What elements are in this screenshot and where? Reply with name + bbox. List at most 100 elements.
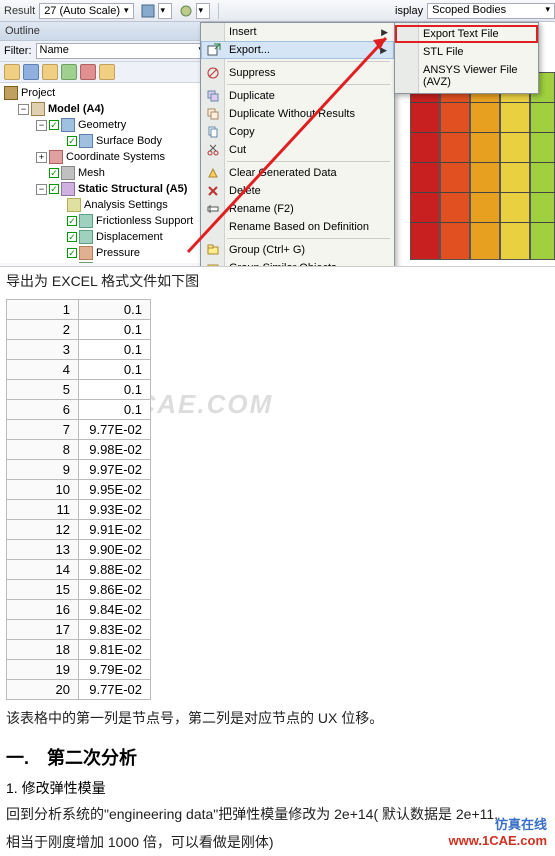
table-row: 89.98E-02: [7, 440, 151, 460]
table-row: 40.1: [7, 360, 151, 380]
tree-model[interactable]: −Model (A4): [0, 101, 211, 117]
tree-mesh[interactable]: ✓Mesh: [0, 165, 211, 181]
menu-delete[interactable]: Delete: [201, 182, 394, 200]
table-cell: 20: [7, 680, 79, 700]
menu-group[interactable]: Group (Ctrl+ G): [201, 241, 394, 259]
check-icon: ✓: [49, 184, 59, 194]
menu-label: Duplicate Without Results: [229, 108, 355, 120]
table-row: 50.1: [7, 380, 151, 400]
support-icon: [79, 214, 93, 228]
clear-icon: [205, 165, 221, 181]
tree-displacement[interactable]: ✓Displacement: [0, 229, 211, 245]
filter-dropdown[interactable]: Name ▾: [36, 43, 208, 59]
table-cell: 9.79E-02: [79, 660, 151, 680]
table-cell: 12: [7, 520, 79, 540]
filter-label: Filter:: [4, 45, 32, 57]
menu-label: Insert: [229, 26, 257, 38]
submenu-avz[interactable]: ANSYS Viewer File (AVZ): [395, 61, 538, 91]
ansys-screenshot: Result 27 (Auto Scale) ▾ ▾ ▾ Insert ispl…: [0, 0, 555, 267]
caption-export: 导出为 EXCEL 格式文件如下图: [0, 267, 555, 295]
menu-cut[interactable]: Cut: [201, 141, 394, 159]
tree-surface[interactable]: ✓Surface Body: [0, 133, 211, 149]
body-icon: [79, 134, 93, 148]
table-cell: 5: [7, 380, 79, 400]
table-cell: 13: [7, 540, 79, 560]
contour-icon[interactable]: [140, 3, 156, 19]
table-cell: 0.1: [79, 340, 151, 360]
menu-label: STL File: [423, 46, 464, 58]
contour-plot: [410, 72, 555, 260]
tree-solution[interactable]: −✓Solution (A6): [0, 261, 211, 263]
result-label: Result: [4, 5, 35, 17]
expander-icon[interactable]: +: [36, 152, 47, 163]
table-cell: 9.97E-02: [79, 460, 151, 480]
menu-group-similar[interactable]: Group Similar Objects: [201, 259, 394, 267]
table-cell: 9.98E-02: [79, 440, 151, 460]
table-row: 10.1: [7, 300, 151, 320]
copy-icon: [205, 124, 221, 140]
filter-icon[interactable]: [4, 64, 20, 80]
menu-label: Copy: [229, 126, 255, 138]
menu-dup-without[interactable]: Duplicate Without Results: [201, 105, 394, 123]
table-cell: 19: [7, 660, 79, 680]
probe-dropdown[interactable]: ▾: [196, 3, 210, 19]
expand-icon[interactable]: [23, 64, 39, 80]
result-scale-dropdown[interactable]: 27 (Auto Scale) ▾: [39, 3, 133, 19]
probe-icon[interactable]: [178, 3, 194, 19]
table-cell: 9.77E-02: [79, 680, 151, 700]
submenu-stl[interactable]: STL File: [395, 43, 538, 61]
delete-icon: [205, 183, 221, 199]
table-row: 179.83E-02: [7, 620, 151, 640]
table-cell: 10: [7, 480, 79, 500]
expander-icon[interactable]: −: [18, 104, 29, 115]
table-cell: 0.1: [79, 380, 151, 400]
collapse-icon[interactable]: [42, 64, 58, 80]
group-icon: [205, 242, 221, 258]
menu-copy[interactable]: Copy: [201, 123, 394, 141]
submenu-export-text[interactable]: Export Text File: [395, 25, 538, 43]
display-toolbar: isplay Scoped Bodies ▾: [395, 0, 555, 22]
contour-dropdown[interactable]: ▾: [158, 3, 172, 19]
table-row: 30.1: [7, 340, 151, 360]
tree-frictionless[interactable]: ✓Frictionless Support: [0, 213, 211, 229]
table-row: 169.84E-02: [7, 600, 151, 620]
table-row: 129.91E-02: [7, 520, 151, 540]
tree-project[interactable]: Project: [0, 85, 211, 101]
tree-pressure[interactable]: ✓Pressure: [0, 245, 211, 261]
tree-label: Pressure: [96, 247, 140, 259]
menu-export[interactable]: Export...▶: [201, 41, 394, 59]
section-heading: 一. 第二次分析: [0, 732, 555, 776]
menu-rename-def[interactable]: Rename Based on Definition: [201, 218, 394, 236]
outline-tree: Project −Model (A4) −✓Geometry ✓Surface …: [0, 83, 211, 263]
menu-label: Export...: [229, 44, 270, 56]
outline-panel: Outline Filter: Name ▾ Project −Model (A…: [0, 22, 212, 267]
cut-icon: [205, 142, 221, 158]
tree-static[interactable]: −✓Static Structural (A5): [0, 181, 211, 197]
menu-suppress[interactable]: Suppress: [201, 64, 394, 82]
search-icon[interactable]: [80, 64, 96, 80]
table-cell: 9.86E-02: [79, 580, 151, 600]
menu-label: Clear Generated Data: [229, 167, 337, 179]
tree-analysis[interactable]: Analysis Settings: [0, 197, 211, 213]
menu-label: Rename (F2): [229, 203, 294, 215]
menu-duplicate[interactable]: Duplicate: [201, 87, 394, 105]
menu-clear[interactable]: Clear Generated Data: [201, 164, 394, 182]
export-submenu: Export Text File STL File ANSYS Viewer F…: [394, 22, 539, 94]
tree-label: Coordinate Systems: [66, 151, 165, 163]
pressure-icon: [79, 246, 93, 260]
menu-label: Cut: [229, 144, 246, 156]
check-icon: ✓: [67, 136, 77, 146]
project-icon: [4, 86, 18, 100]
tag-icon[interactable]: [61, 64, 77, 80]
check-icon: ✓: [67, 216, 77, 226]
menu-insert[interactable]: Insert▶: [201, 23, 394, 41]
static-icon: [61, 182, 75, 196]
tree-geometry[interactable]: −✓Geometry: [0, 117, 211, 133]
tree-coord[interactable]: + Coordinate Systems: [0, 149, 211, 165]
menu-rename[interactable]: Rename (F2): [201, 200, 394, 218]
scoped-bodies-dropdown[interactable]: Scoped Bodies ▾: [427, 3, 555, 19]
expander-icon[interactable]: −: [36, 184, 47, 195]
table-row: 109.95E-02: [7, 480, 151, 500]
refresh-icon[interactable]: [99, 64, 115, 80]
expander-icon[interactable]: −: [36, 120, 47, 131]
